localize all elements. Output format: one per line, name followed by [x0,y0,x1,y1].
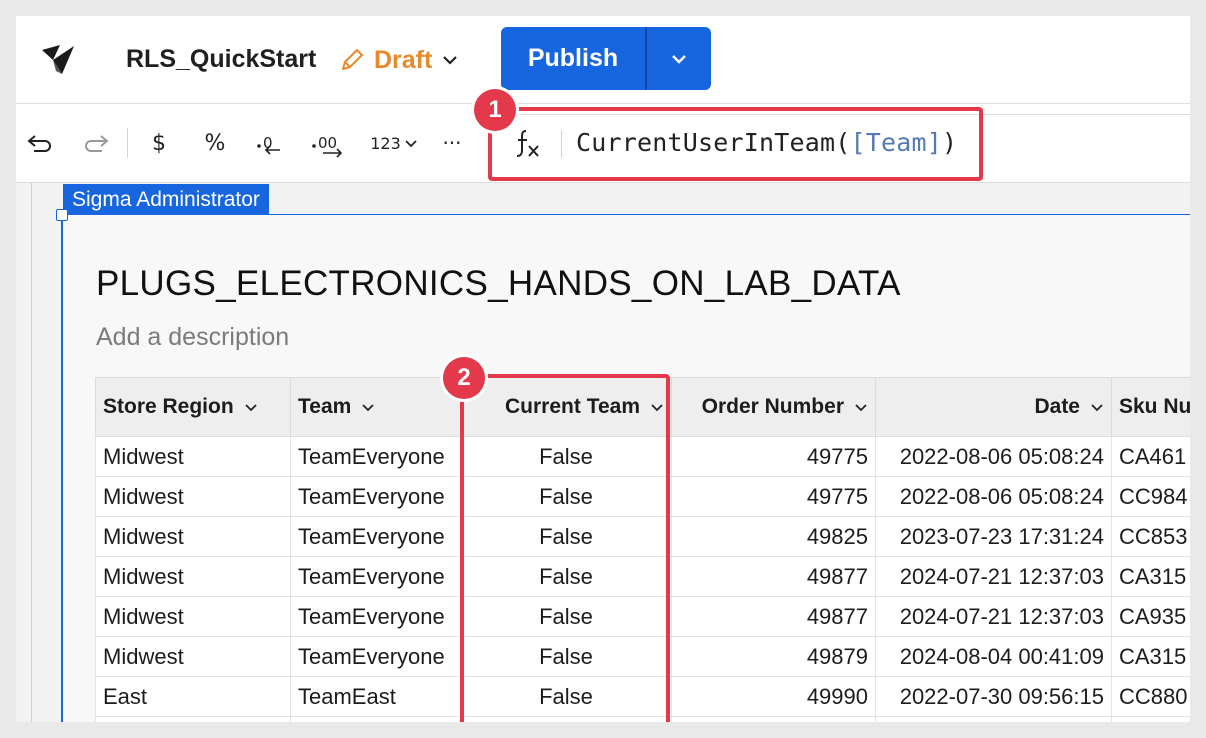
table-cell[interactable]: 2023-07-23 17:31:24 [875,516,1112,557]
chevron-down-icon [443,56,458,65]
table-cell[interactable] [95,716,291,722]
column-header[interactable]: Sku Nu [1111,377,1190,437]
annotation-badge-1: 1 [474,89,516,131]
column-header-label: Store Region [103,395,234,418]
column-header[interactable]: Team [290,377,461,437]
table-cell[interactable]: Midwest [95,476,291,517]
table-cell[interactable]: TeamEveryone [290,436,461,477]
table-cell[interactable]: 49877 [671,596,876,637]
table-cell[interactable]: 49775 [671,436,876,477]
percent-format-button[interactable]: % [200,104,230,182]
table-cell[interactable]: 49990 [671,676,876,717]
table-cell[interactable]: 2022-08-06 05:08:24 [875,436,1112,477]
table-cell[interactable]: TeamEveryone [290,516,461,557]
table-cell[interactable]: 49775 [671,476,876,517]
formula-highlight-box [488,107,983,181]
table-cell[interactable]: Midwest [95,556,291,597]
document-title[interactable]: RLS_QuickStart [126,45,316,74]
table-cell[interactable]: 49877 [671,556,876,597]
table-cell[interactable]: 2022-07-30 09:56:15 [875,676,1112,717]
table-cell[interactable]: 2024-08-04 00:41:09 [875,636,1112,677]
annotation-badge-2: 2 [443,357,485,399]
chevron-down-icon [672,54,686,64]
decrease-decimals-button[interactable]: 0 [252,104,290,182]
column-header[interactable]: Store Region [95,377,291,437]
increase-decimals-button[interactable]: 00 [308,104,350,182]
table-cell[interactable]: CC880 [1111,676,1190,717]
app-window: RLS_QuickStart Draft Publish $ % 0 00 12… [16,16,1190,722]
table-cell[interactable]: TeamEast [290,676,461,717]
draft-label: Draft [374,45,433,74]
table-cell[interactable]: 2024-07-21 12:37:03 [875,596,1112,637]
table-cell[interactable] [671,716,876,722]
chevron-down-icon[interactable] [1090,400,1104,414]
current-team-highlight-box [460,374,670,722]
table-cell[interactable]: TeamEveryone [290,556,461,597]
undo-icon [27,135,51,152]
chevron-down-icon [405,140,417,148]
table-cell[interactable]: Midwest [95,636,291,677]
table-cell[interactable]: TeamEveryone [290,596,461,637]
column-header-label: Date [1034,395,1080,418]
table-cell[interactable] [1111,716,1190,722]
selection-user-tag: Sigma Administrator [63,184,269,214]
table-cell[interactable]: Midwest [95,436,291,477]
sigma-logo-icon[interactable] [40,40,76,76]
chevron-down-icon[interactable] [361,400,375,414]
table-cell[interactable] [290,716,461,722]
publish-options-button[interactable] [647,27,711,90]
table-cell[interactable]: TeamEveryone [290,476,461,517]
header-bar: RLS_QuickStart Draft Publish [16,16,1190,104]
draft-status-dropdown[interactable]: Draft [338,43,460,77]
increase-decimals-icon: 00 [312,134,343,158]
column-header[interactable]: Order Number [671,377,876,437]
table-cell[interactable]: CC853 [1111,516,1190,557]
publish-button-group: Publish [501,27,711,90]
number-format-dropdown[interactable]: 123 [366,104,422,182]
table-cell[interactable]: CA315 [1111,556,1190,597]
decrease-decimals-icon: 0 [257,134,280,155]
number-format-label: 123 [370,133,401,153]
table-cell[interactable]: 2024-07-21 12:37:03 [875,556,1112,597]
column-header-label: Order Number [701,395,844,418]
redo-icon [85,135,109,152]
table-cell[interactable]: TeamEveryone [290,636,461,677]
undo-button[interactable] [22,104,58,182]
currency-format-button[interactable]: $ [144,104,174,182]
table-cell[interactable]: CA315 [1111,636,1190,677]
element-description[interactable]: Add a description [96,323,289,352]
table-cell[interactable]: 49879 [671,636,876,677]
table-cell[interactable]: 49825 [671,516,876,557]
table-cell[interactable] [875,716,1112,722]
table-cell[interactable]: East [95,676,291,717]
column-header-label: Sku Nu [1119,395,1190,418]
table-cell[interactable]: Midwest [95,596,291,637]
column-header[interactable]: Date [875,377,1112,437]
toolbar-divider [127,128,128,158]
table-cell[interactable]: CA935 [1111,596,1190,637]
publish-button[interactable]: Publish [501,27,645,90]
svg-text:00: 00 [318,134,337,152]
table-cell[interactable]: CA461 [1111,436,1190,477]
pencil-icon [342,49,363,70]
canvas-guide [31,183,32,722]
more-options-button[interactable]: ··· [434,104,470,182]
element-title[interactable]: PLUGS_ELECTRONICS_HANDS_ON_LAB_DATA [96,264,901,304]
resize-handle[interactable] [56,209,68,221]
chevron-down-icon[interactable] [244,400,258,414]
redo-button[interactable] [78,104,114,182]
table-cell[interactable]: Midwest [95,516,291,557]
column-header-label: Team [298,395,352,418]
table-cell[interactable]: CC984 [1111,476,1190,517]
chevron-down-icon[interactable] [854,400,868,414]
table-cell[interactable]: 2022-08-06 05:08:24 [875,476,1112,517]
